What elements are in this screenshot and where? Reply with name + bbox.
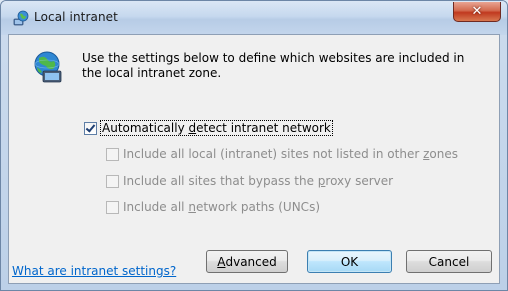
intro-line-2: the local intranet zone. bbox=[82, 66, 222, 80]
include-network-label-part: etwork paths (UNCs) bbox=[195, 200, 320, 214]
include-bypass-label-part: roxy server bbox=[325, 174, 394, 188]
advanced-access-key: A bbox=[217, 254, 226, 269]
intranet-globe-icon bbox=[13, 10, 29, 26]
include-bypass-label-part: Include all sites that bypass the bbox=[123, 174, 318, 188]
advanced-button[interactable]: Advanced bbox=[206, 250, 288, 273]
ok-button[interactable]: OK bbox=[307, 250, 392, 273]
auto-detect-label-part: etect intranet network bbox=[196, 121, 331, 135]
cancel-button[interactable]: Cancel bbox=[406, 250, 492, 273]
include-network-label: Include all network paths (UNCs) bbox=[123, 200, 320, 214]
intro-text: Use the settings below to define which w… bbox=[82, 51, 482, 81]
auto-detect-label[interactable]: Automatically detect intranet network bbox=[100, 120, 333, 136]
auto-detect-label-part: Automatically bbox=[102, 121, 189, 135]
include-bypass-checkbox bbox=[106, 174, 119, 188]
close-button[interactable]: ✕ bbox=[453, 2, 501, 22]
title-bar[interactable]: Local intranet ✕ bbox=[1, 1, 507, 35]
include-local-label-part: Include all local (intranet) sites not l… bbox=[123, 147, 424, 161]
dialog-content: Use the settings below to define which w… bbox=[8, 34, 500, 284]
include-bypass-label: Include all sites that bypass the proxy … bbox=[123, 174, 393, 188]
intro-line-1: Use the settings below to define which w… bbox=[82, 51, 465, 65]
include-network-label-part: Include all bbox=[123, 200, 189, 214]
include-local-option: Include all local (intranet) sites not l… bbox=[106, 147, 458, 161]
close-icon: ✕ bbox=[471, 4, 483, 19]
advanced-label-rest: dvanced bbox=[225, 254, 277, 269]
auto-detect-access-key: d bbox=[188, 121, 197, 135]
include-network-option: Include all network paths (UNCs) bbox=[106, 200, 320, 214]
dialog-window: Local intranet ✕ Use the settings below … bbox=[0, 0, 508, 291]
include-local-label: Include all local (intranet) sites not l… bbox=[123, 147, 458, 161]
auto-detect-checkbox[interactable] bbox=[84, 121, 97, 135]
window-title: Local intranet bbox=[34, 10, 118, 24]
include-local-label-part: ones bbox=[429, 147, 458, 161]
intranet-settings-help-link[interactable]: What are intranet settings? bbox=[12, 264, 176, 278]
auto-detect-option[interactable]: Automatically detect intranet network bbox=[84, 120, 333, 136]
globe-computer-icon bbox=[34, 51, 62, 83]
include-bypass-option: Include all sites that bypass the proxy … bbox=[106, 174, 393, 188]
include-network-checkbox bbox=[106, 200, 119, 214]
include-network-access-key: n bbox=[188, 200, 196, 214]
include-local-checkbox bbox=[106, 147, 119, 161]
